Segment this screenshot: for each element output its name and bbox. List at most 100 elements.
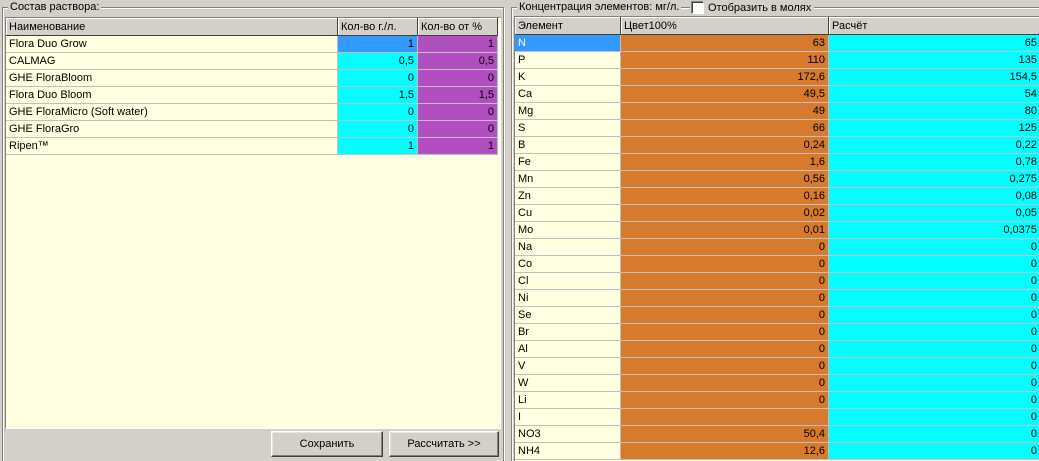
color100-cell[interactable]: 0	[621, 307, 829, 324]
element-cell[interactable]: NO3	[515, 426, 621, 443]
color100-cell[interactable]: 49,5	[621, 86, 829, 103]
color100-cell[interactable]: 172,6	[621, 69, 829, 86]
calculation-cell[interactable]: 154,5	[829, 69, 1039, 86]
element-cell[interactable]: Fe	[515, 154, 621, 171]
color100-cell[interactable]: 1,6	[621, 154, 829, 171]
element-cell[interactable]: Al	[515, 341, 621, 358]
calculation-cell[interactable]: 0,78	[829, 154, 1039, 171]
calculation-cell[interactable]: 0,22	[829, 137, 1039, 154]
color100-cell[interactable]: 110	[621, 52, 829, 69]
column-header-color100[interactable]: Цвет100%	[621, 17, 829, 35]
element-cell[interactable]: Na	[515, 239, 621, 256]
element-cell[interactable]: Mn	[515, 171, 621, 188]
column-header-qty[interactable]: Кол-во г./л.	[338, 18, 418, 36]
save-button[interactable]: Сохранить	[271, 431, 383, 457]
element-cell[interactable]: NH4	[515, 443, 621, 460]
pct-cell[interactable]: 1	[418, 36, 498, 53]
calculation-cell[interactable]: 0	[829, 409, 1039, 426]
color100-cell[interactable]: 0	[621, 341, 829, 358]
product-name-cell[interactable]: Ripen™	[6, 138, 338, 155]
table-row[interactable]: S 66 125	[515, 120, 1039, 137]
table-row[interactable]: K 172,6 154,5	[515, 69, 1039, 86]
color100-cell[interactable]: 12,6	[621, 443, 829, 460]
column-header-pct[interactable]: Кол-во от %	[418, 18, 498, 36]
column-header-element[interactable]: Элемент	[515, 17, 621, 35]
product-name-cell[interactable]: GHE FloraMicro (Soft water)	[6, 104, 338, 121]
table-row[interactable]: Mg 49 80	[515, 103, 1039, 120]
table-row[interactable]: Al 0 0	[515, 341, 1039, 358]
color100-cell[interactable]: 0,56	[621, 171, 829, 188]
table-row[interactable]: GHE FloraBloom 0 0	[6, 70, 500, 87]
table-row[interactable]: Na 0 0	[515, 239, 1039, 256]
table-row[interactable]: Br 0 0	[515, 324, 1039, 341]
table-row[interactable]: Co 0 0	[515, 256, 1039, 273]
calculation-cell[interactable]: 0	[829, 358, 1039, 375]
color100-cell[interactable]: 0	[621, 239, 829, 256]
color100-cell[interactable]: 0	[621, 375, 829, 392]
composition-grid[interactable]: Наименование Кол-во г./л. Кол-во от % Fl…	[5, 17, 501, 429]
element-cell[interactable]: Br	[515, 324, 621, 341]
calculation-cell[interactable]: 0	[829, 239, 1039, 256]
table-row[interactable]: B 0,24 0,22	[515, 137, 1039, 154]
pct-cell[interactable]: 0,5	[418, 53, 498, 70]
element-cell[interactable]: W	[515, 375, 621, 392]
table-row[interactable]: Mo 0,01 0,0375	[515, 222, 1039, 239]
color100-cell[interactable]: 66	[621, 120, 829, 137]
color100-cell[interactable]: 0	[621, 392, 829, 409]
qty-cell[interactable]: 1	[338, 36, 418, 53]
column-header-name[interactable]: Наименование	[6, 18, 338, 36]
color100-cell[interactable]: 0	[621, 358, 829, 375]
product-name-cell[interactable]: GHE FloraGro	[6, 121, 338, 138]
color100-cell[interactable]: 0	[621, 290, 829, 307]
element-cell[interactable]: Cu	[515, 205, 621, 222]
element-cell[interactable]: Ni	[515, 290, 621, 307]
qty-cell[interactable]: 1,5	[338, 87, 418, 104]
calculation-cell[interactable]: 0,05	[829, 205, 1039, 222]
color100-cell[interactable]: 0,24	[621, 137, 829, 154]
calculation-cell[interactable]: 0	[829, 307, 1039, 324]
calculation-cell[interactable]: 0	[829, 375, 1039, 392]
table-row[interactable]: Cu 0,02 0,05	[515, 205, 1039, 222]
color100-cell[interactable]: 0,02	[621, 205, 829, 222]
table-row[interactable]: NO3 50,4 0	[515, 426, 1039, 443]
element-cell[interactable]: V	[515, 358, 621, 375]
pct-cell[interactable]: 1	[418, 138, 498, 155]
table-row[interactable]: CALMAG 0,5 0,5	[6, 53, 500, 70]
calculation-cell[interactable]: 0	[829, 273, 1039, 290]
qty-cell[interactable]: 0	[338, 104, 418, 121]
element-cell[interactable]: Se	[515, 307, 621, 324]
element-cell[interactable]: Mo	[515, 222, 621, 239]
color100-cell[interactable]: 0	[621, 256, 829, 273]
pct-cell[interactable]: 0	[418, 104, 498, 121]
color100-cell[interactable]: 0,01	[621, 222, 829, 239]
calculation-cell[interactable]: 125	[829, 120, 1039, 137]
color100-cell[interactable]: 63	[621, 35, 829, 52]
table-row[interactable]: Li 0 0	[515, 392, 1039, 409]
table-row[interactable]: GHE FloraMicro (Soft water) 0 0	[6, 104, 500, 121]
table-row[interactable]: Mn 0,56 0,275	[515, 171, 1039, 188]
element-cell[interactable]: Li	[515, 392, 621, 409]
qty-cell[interactable]: 0	[338, 121, 418, 138]
element-cell[interactable]: Ca	[515, 86, 621, 103]
calculation-cell[interactable]: 0	[829, 443, 1039, 460]
table-row[interactable]: Ca 49,5 54	[515, 86, 1039, 103]
qty-cell[interactable]: 0,5	[338, 53, 418, 70]
product-name-cell[interactable]: CALMAG	[6, 53, 338, 70]
color100-cell[interactable]: 0	[621, 273, 829, 290]
calculation-cell[interactable]: 65	[829, 35, 1039, 52]
color100-cell[interactable]: 49	[621, 103, 829, 120]
color100-cell[interactable]: 0,16	[621, 188, 829, 205]
calculation-cell[interactable]: 135	[829, 52, 1039, 69]
calculate-button[interactable]: Рассчитать >>	[389, 431, 499, 457]
element-cell[interactable]: I	[515, 409, 621, 426]
table-row[interactable]: W00	[515, 375, 1039, 392]
element-cell[interactable]: Co	[515, 256, 621, 273]
calculation-cell[interactable]: 0,0375	[829, 222, 1039, 239]
element-cell[interactable]: B	[515, 137, 621, 154]
table-row[interactable]: N 63 65	[515, 35, 1039, 52]
element-cell[interactable]: Cl	[515, 273, 621, 290]
color100-cell[interactable]	[621, 409, 829, 426]
color100-cell[interactable]: 0	[621, 324, 829, 341]
pct-cell[interactable]: 1,5	[418, 87, 498, 104]
show-in-moles-toggle[interactable]: Отобразить в молях	[690, 1, 815, 14]
